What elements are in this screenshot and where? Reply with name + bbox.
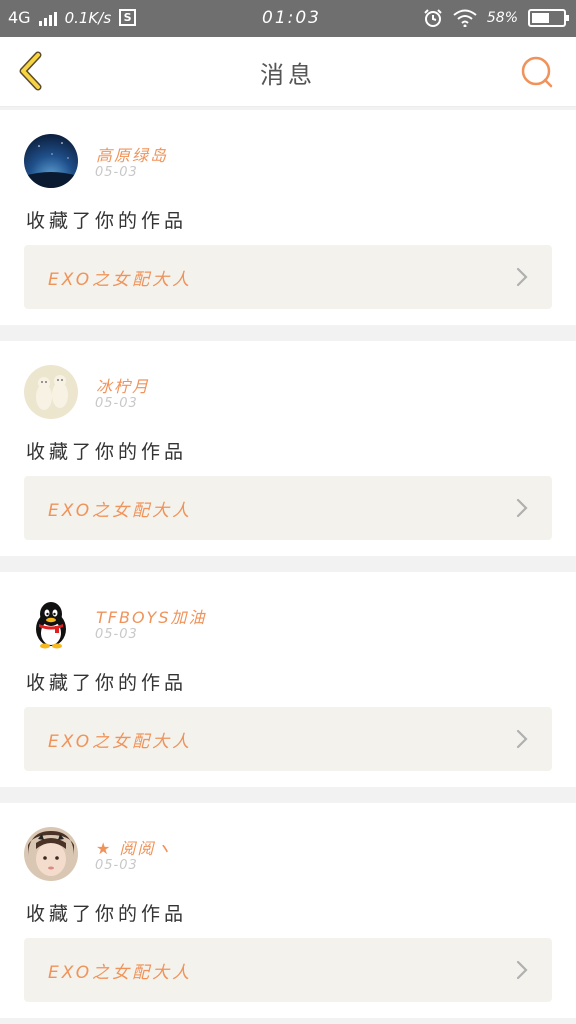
work-title: EXO之女配大人 bbox=[48, 501, 193, 521]
battery-icon bbox=[528, 9, 569, 27]
alarm-icon bbox=[424, 9, 442, 27]
notification-date: 05-03 bbox=[95, 165, 138, 180]
nav-bar: 消息 bbox=[0, 37, 576, 107]
notification-date: 05-03 bbox=[95, 858, 138, 873]
wifi-icon bbox=[453, 9, 477, 27]
network-type: 4G bbox=[8, 8, 31, 27]
penguin-avatar[interactable] bbox=[24, 596, 78, 650]
polar-bear-avatar[interactable] bbox=[24, 365, 78, 419]
work-title: EXO之女配大人 bbox=[48, 270, 193, 290]
clock: 01:03 bbox=[262, 8, 321, 28]
speed-badge: S bbox=[119, 9, 137, 26]
notification-action: 收藏了你的作品 bbox=[26, 441, 188, 463]
search-icon[interactable] bbox=[520, 55, 554, 89]
work-link[interactable]: EXO之女配大人 bbox=[24, 938, 552, 1002]
notification-action: 收藏了你的作品 bbox=[26, 672, 188, 694]
username[interactable]: TFBOYS加油 bbox=[96, 604, 206, 628]
chevron-right-icon bbox=[516, 267, 528, 287]
work-link[interactable]: EXO之女配大人 bbox=[24, 476, 552, 540]
chevron-right-icon bbox=[516, 729, 528, 749]
username[interactable]: 高原绿岛 bbox=[96, 142, 168, 166]
battery-percent: 58% bbox=[486, 10, 518, 26]
chevron-right-icon bbox=[516, 960, 528, 980]
work-title: EXO之女配大人 bbox=[48, 732, 193, 752]
username[interactable]: 冰柠月 bbox=[96, 373, 150, 397]
status-right: 58% bbox=[423, 8, 569, 28]
chevron-right-icon bbox=[516, 498, 528, 518]
work-link[interactable]: EXO之女配大人 bbox=[24, 707, 552, 771]
work-title: EXO之女配大人 bbox=[48, 963, 193, 983]
notification-date: 05-03 bbox=[95, 396, 138, 411]
signal-icon bbox=[38, 10, 57, 26]
night-sky-avatar[interactable] bbox=[24, 134, 78, 188]
page-title: 消息 bbox=[260, 61, 316, 89]
notification-card: 高原绿岛 05-03 收藏了你的作品 EXO之女配大人 bbox=[0, 110, 576, 325]
username[interactable]: ★ 阅阅ヽ bbox=[96, 835, 173, 859]
status-bar: 4G 0.1K/s S 01:03 58% bbox=[0, 0, 576, 37]
work-link[interactable]: EXO之女配大人 bbox=[24, 245, 552, 309]
notification-action: 收藏了你的作品 bbox=[26, 903, 188, 925]
status-left: 4G 0.1K/s S bbox=[8, 8, 137, 27]
notification-card: ★ 阅阅ヽ 05-03 收藏了你的作品 EXO之女配大人 bbox=[0, 803, 576, 1018]
child-photo-avatar[interactable] bbox=[24, 827, 78, 881]
notification-card: TFBOYS加油 05-03 收藏了你的作品 EXO之女配大人 bbox=[0, 572, 576, 787]
notification-action: 收藏了你的作品 bbox=[26, 210, 188, 232]
notification-date: 05-03 bbox=[95, 627, 138, 642]
network-speed: 0.1K/s bbox=[64, 8, 112, 27]
notification-card: 冰柠月 05-03 收藏了你的作品 EXO之女配大人 bbox=[0, 341, 576, 556]
